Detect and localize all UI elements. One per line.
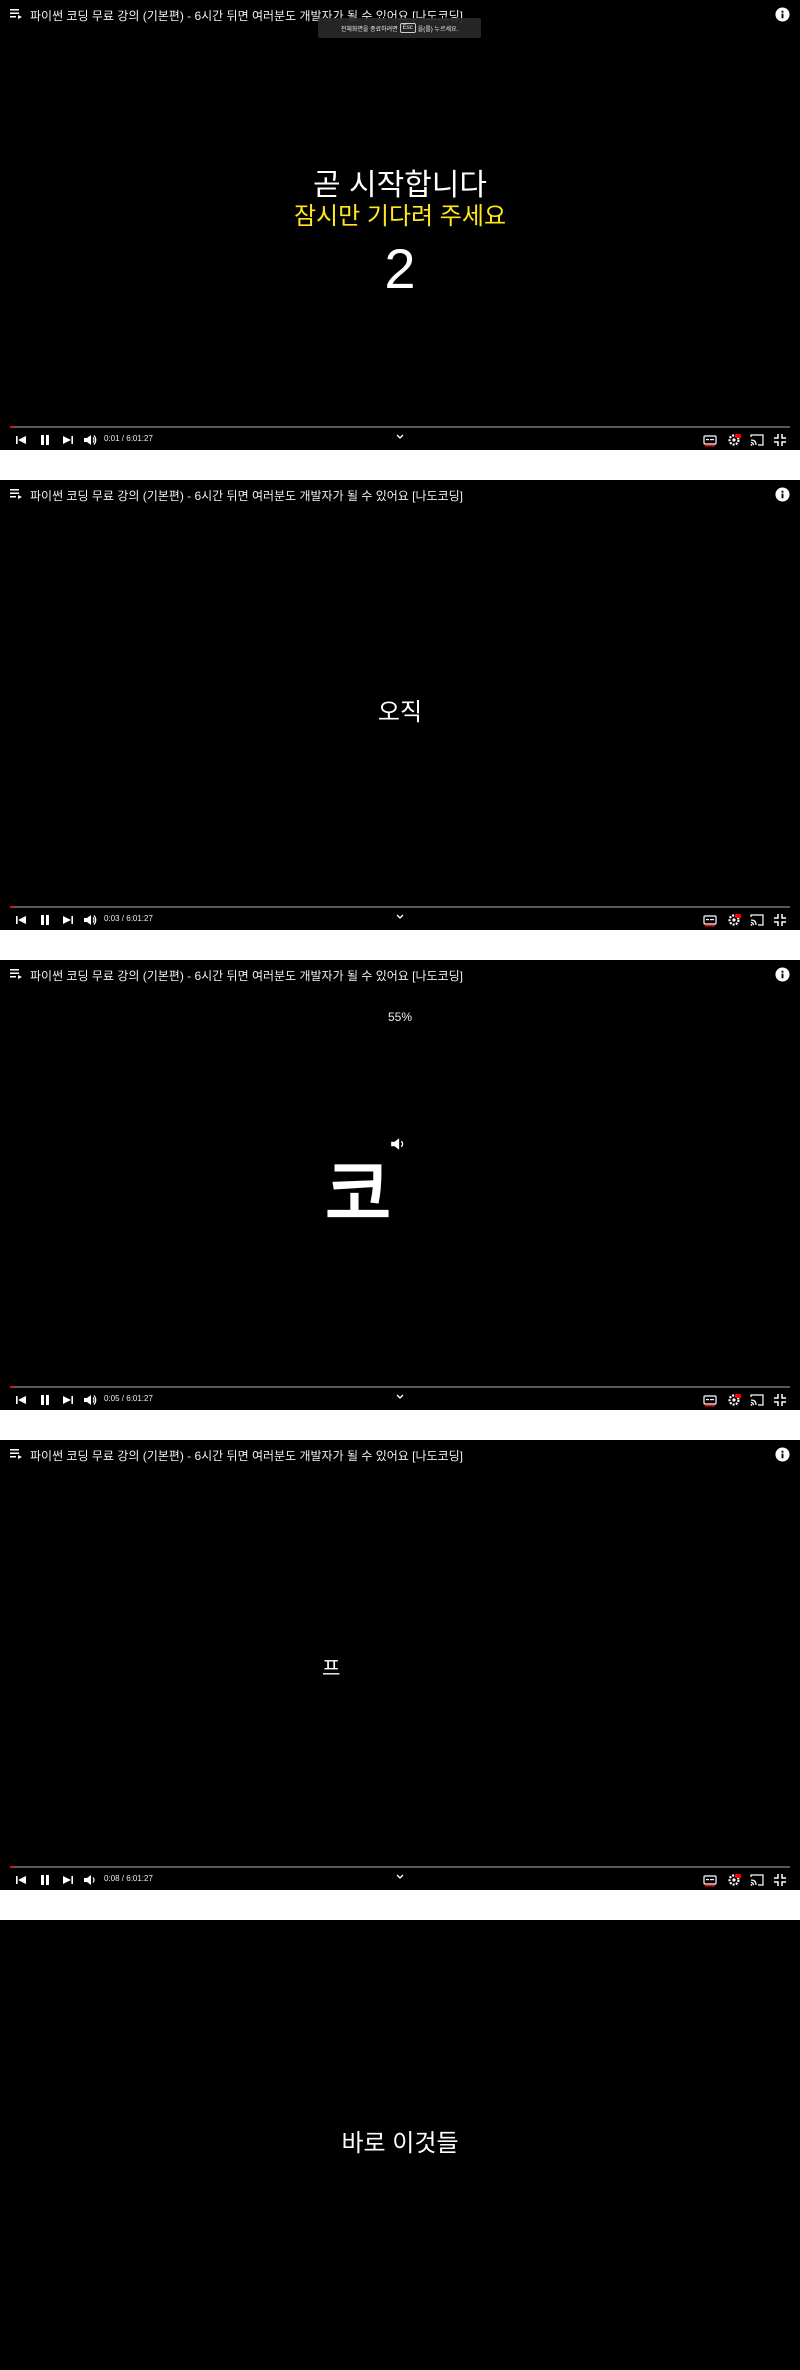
toast-text-after: 을(를) 누르세요.	[417, 26, 459, 33]
time-display: 0:08 / 6:01:27	[104, 1874, 153, 1883]
progress-played	[10, 1866, 14, 1868]
pause-icon[interactable]	[38, 1393, 52, 1407]
skip-previous-icon[interactable]	[14, 1393, 28, 1407]
skip-previous-icon[interactable]	[14, 1873, 28, 1887]
volume-percent-overlay: 55%	[387, 1010, 413, 1024]
toast-text-before: 전체화면을 종료하려면	[340, 26, 398, 33]
skip-previous-icon[interactable]	[14, 433, 28, 447]
player-controls: 0:05 / 6:01:27	[0, 1390, 800, 1410]
caption-word: 프	[322, 1658, 341, 1680]
caption-phrase: 바로 이것들	[341, 2130, 459, 2157]
settings-icon[interactable]	[727, 1393, 741, 1407]
skip-next-icon[interactable]	[61, 433, 75, 447]
caption-word: 코	[325, 1155, 392, 1235]
chevron-down-icon[interactable]	[395, 1392, 405, 1402]
video-frame-2[interactable]: 파이썬 코딩 무료 강의 (기본편) - 6시간 뒤면 여러분도 개발자가 될 …	[0, 480, 800, 930]
fullscreen-exit-icon[interactable]	[773, 1873, 787, 1887]
time-display: 0:03 / 6:01:27	[104, 914, 153, 923]
skip-previous-icon[interactable]	[14, 913, 28, 927]
volume-icon[interactable]	[83, 913, 97, 927]
settings-icon[interactable]	[727, 1873, 741, 1887]
esc-key-badge: Esc	[399, 23, 416, 33]
player-controls: 0:08 / 6:01:27	[0, 1870, 800, 1890]
volume-icon[interactable]	[83, 433, 97, 447]
time-display: 0:05 / 6:01:27	[104, 1394, 153, 1403]
fullscreen-exit-toast: 전체화면을 종료하려면 Esc 을(를) 누르세요.	[318, 18, 481, 38]
video-frame-4[interactable]: 파이썬 코딩 무료 강의 (기본편) - 6시간 뒤면 여러분도 개발자가 될 …	[0, 1440, 800, 1890]
progress-bar[interactable]	[10, 906, 790, 908]
progress-bar[interactable]	[10, 1866, 790, 1868]
progress-bar[interactable]	[10, 1386, 790, 1388]
progress-played	[10, 1386, 14, 1388]
video-frame-1[interactable]: 파이썬 코딩 무료 강의 (기본편) - 6시간 뒤면 여러분도 개발자가 될 …	[0, 0, 800, 450]
subtitles-icon[interactable]	[703, 1873, 717, 1887]
player-controls: 0:01 / 6:01:27	[0, 430, 800, 450]
progress-played	[10, 426, 14, 428]
subtitles-icon[interactable]	[703, 1393, 717, 1407]
subtitles-icon[interactable]	[703, 433, 717, 447]
video-title[interactable]: 파이썬 코딩 무료 강의 (기본편) - 6시간 뒤면 여러분도 개발자가 될 …	[30, 967, 463, 984]
video-title[interactable]: 파이썬 코딩 무료 강의 (기본편) - 6시간 뒤면 여러분도 개발자가 될 …	[30, 487, 463, 504]
playlist-icon[interactable]	[10, 1448, 22, 1460]
pause-icon[interactable]	[38, 1873, 52, 1887]
skip-next-icon[interactable]	[61, 1393, 75, 1407]
cast-icon[interactable]	[750, 433, 764, 447]
info-icon[interactable]	[775, 967, 790, 982]
volume-overlay-icon	[391, 1138, 404, 1150]
playlist-icon[interactable]	[10, 968, 22, 980]
caption-word: 오직	[377, 699, 423, 726]
title-bar: 파이썬 코딩 무료 강의 (기본편) - 6시간 뒤면 여러분도 개발자가 될 …	[0, 480, 800, 510]
pause-icon[interactable]	[38, 913, 52, 927]
skip-next-icon[interactable]	[61, 1873, 75, 1887]
chevron-down-icon[interactable]	[395, 912, 405, 922]
progress-played	[10, 906, 14, 908]
video-frame-5[interactable]: 바로 이것들	[0, 1920, 800, 2370]
cast-icon[interactable]	[750, 1393, 764, 1407]
volume-icon[interactable]	[83, 1393, 97, 1407]
player-controls: 0:03 / 6:01:27	[0, 910, 800, 930]
caption-line-2: 잠시만 기다려 주세요	[293, 203, 507, 230]
playlist-icon[interactable]	[10, 8, 22, 20]
cast-icon[interactable]	[750, 913, 764, 927]
title-bar: 파이썬 코딩 무료 강의 (기본편) - 6시간 뒤면 여러분도 개발자가 될 …	[0, 960, 800, 990]
info-icon[interactable]	[775, 487, 790, 502]
chevron-down-icon[interactable]	[395, 432, 405, 442]
cast-icon[interactable]	[750, 1873, 764, 1887]
subtitles-icon[interactable]	[703, 913, 717, 927]
settings-icon[interactable]	[727, 913, 741, 927]
fullscreen-exit-icon[interactable]	[773, 433, 787, 447]
info-icon[interactable]	[775, 1447, 790, 1462]
skip-next-icon[interactable]	[61, 913, 75, 927]
progress-bar[interactable]	[10, 426, 790, 428]
info-icon[interactable]	[775, 7, 790, 22]
video-frame-3[interactable]: 파이썬 코딩 무료 강의 (기본편) - 6시간 뒤면 여러분도 개발자가 될 …	[0, 960, 800, 1410]
chevron-down-icon[interactable]	[395, 1872, 405, 1882]
fullscreen-exit-icon[interactable]	[773, 1393, 787, 1407]
video-title[interactable]: 파이썬 코딩 무료 강의 (기본편) - 6시간 뒤면 여러분도 개발자가 될 …	[30, 1447, 463, 1464]
countdown-number: 2	[384, 237, 416, 300]
title-bar: 파이썬 코딩 무료 강의 (기본편) - 6시간 뒤면 여러분도 개발자가 될 …	[0, 1440, 800, 1470]
fullscreen-exit-icon[interactable]	[773, 913, 787, 927]
pause-icon[interactable]	[38, 433, 52, 447]
settings-icon[interactable]	[727, 433, 741, 447]
time-display: 0:01 / 6:01:27	[104, 434, 153, 443]
playlist-icon[interactable]	[10, 488, 22, 500]
volume-icon[interactable]	[83, 1873, 97, 1887]
